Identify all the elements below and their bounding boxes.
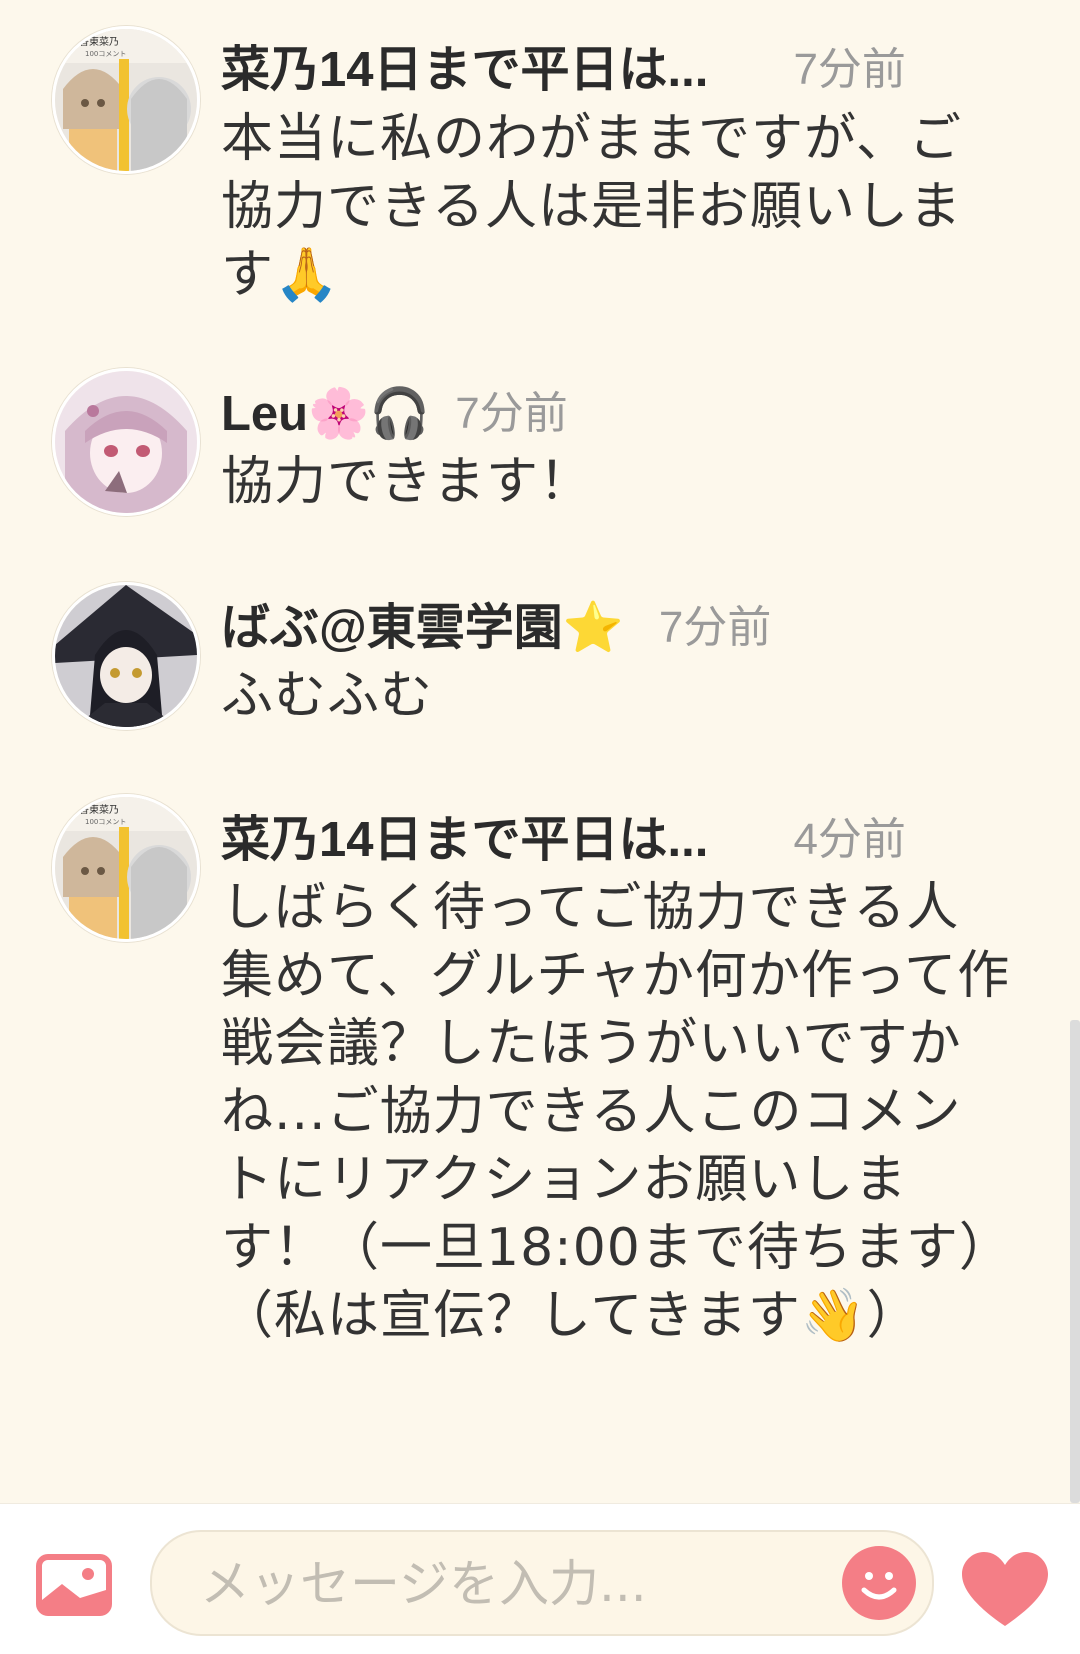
- message-input-bar: [0, 1503, 1080, 1654]
- avatar-badge-text: 香東菜乃: [79, 35, 119, 48]
- avatar[interactable]: 香東菜乃 100コメント: [52, 794, 200, 942]
- comment-text: 協力できます！: [221, 452, 593, 512]
- smile-icon: [861, 1572, 897, 1600]
- comment-time: 7分前: [455, 389, 568, 438]
- avatar[interactable]: 香東菜乃 100コメント: [52, 26, 200, 174]
- message-input[interactable]: [198, 1548, 802, 1620]
- comment-text: ふむふむ: [221, 666, 434, 726]
- comment-time: 4分前: [793, 815, 906, 864]
- avatar-image: [55, 371, 197, 513]
- comment-time: 7分前: [793, 45, 906, 94]
- image-button[interactable]: [36, 1554, 112, 1616]
- heart-icon: [962, 1552, 1048, 1626]
- like-button[interactable]: [962, 1552, 1048, 1628]
- avatar-image: 香東菜乃 100コメント: [55, 797, 197, 939]
- comment-author[interactable]: ばぶ@東雲学園⭐: [221, 598, 624, 658]
- comment-author[interactable]: 菜乃14日まで平日は...: [221, 40, 708, 100]
- avatar-image: [55, 585, 197, 727]
- avatar-badge-subtext: 100コメント: [85, 50, 126, 58]
- image-icon: [36, 1554, 112, 1616]
- message-field[interactable]: [150, 1530, 934, 1636]
- comment-time: 7分前: [658, 603, 772, 652]
- avatar[interactable]: [52, 368, 200, 516]
- comment-author[interactable]: 菜乃14日まで平日は...: [221, 810, 708, 870]
- comment-author[interactable]: Leu🌸🎧: [221, 384, 430, 444]
- comment-text: 本当に私のわがままですが、ご協力できる人は是非お願いします🙏: [221, 109, 962, 305]
- avatar-badge-subtext: 100コメント: [85, 818, 126, 826]
- avatar[interactable]: [52, 582, 200, 730]
- avatar-badge-text: 香東菜乃: [79, 803, 119, 816]
- avatar-image: 香東菜乃 100コメント: [55, 29, 197, 171]
- scrollbar[interactable]: [1070, 1020, 1080, 1503]
- emoji-button[interactable]: [842, 1546, 916, 1620]
- chat-thread[interactable]: 香東菜乃 100コメント 菜乃14日まで平日は... 7分前 本当に私のわがまま…: [0, 0, 1080, 1503]
- comment-text: しばらく待ってご協力できる人集めて、グルチャか何か作って作戦会議？したほうがいい…: [221, 878, 1011, 1346]
